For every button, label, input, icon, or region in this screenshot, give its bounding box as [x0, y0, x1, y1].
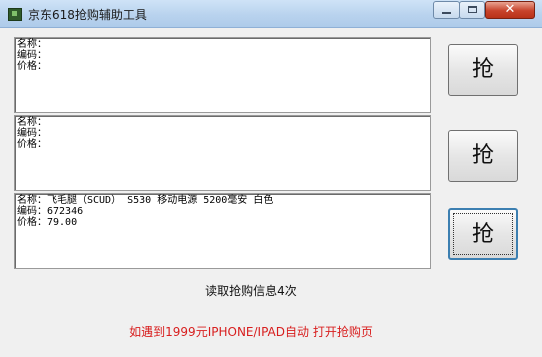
grab-button-3[interactable]: 抢	[448, 208, 518, 260]
grab-button-1[interactable]: 抢	[448, 44, 518, 96]
price-label: 价格：	[17, 217, 47, 228]
code-row: 编码：672346	[17, 206, 428, 217]
price-row: 价格：	[17, 61, 428, 72]
product-panel-1[interactable]: 名称： 编码： 价格：	[14, 37, 431, 113]
name-row: 名称：	[17, 39, 428, 50]
product-name: 飞毛腿（SCUD） S530 移动电源 5200毫安 白色	[47, 195, 274, 206]
minimize-button[interactable]	[433, 1, 460, 19]
name-row: 名称：	[17, 117, 428, 128]
name-label: 名称：	[17, 117, 47, 128]
auto-open-rule-text: 如遇到1999元IPHONE/IPAD自动 打开抢购页	[129, 325, 373, 339]
close-icon: ✕	[504, 2, 516, 17]
price-row: 价格：79.00	[17, 217, 428, 228]
maximize-icon	[468, 6, 477, 13]
price-label: 价格：	[17, 139, 47, 150]
name-row: 名称：飞毛腿（SCUD） S530 移动电源 5200毫安 白色	[17, 195, 428, 206]
read-count-status: 读取抢购信息4次	[205, 284, 297, 298]
product-code: 672346	[47, 206, 84, 217]
code-row: 编码：	[17, 128, 428, 139]
product-price: 79.00	[47, 217, 78, 228]
product-panel-2[interactable]: 名称： 编码： 价格：	[14, 115, 431, 191]
price-label: 价格：	[17, 61, 47, 72]
maximize-button[interactable]	[459, 1, 485, 19]
app-icon[interactable]	[8, 8, 22, 21]
minimize-icon	[442, 12, 451, 14]
product-panel-3[interactable]: 名称：飞毛腿（SCUD） S530 移动电源 5200毫安 白色 编码：6723…	[14, 193, 431, 269]
code-label: 编码：	[17, 50, 47, 61]
code-row: 编码：	[17, 50, 428, 61]
price-row: 价格：	[17, 139, 428, 150]
code-label: 编码：	[17, 128, 47, 139]
name-label: 名称：	[17, 195, 47, 206]
code-label: 编码：	[17, 206, 47, 217]
title-bar[interactable]: 京东618抢购辅助工具 ✕	[0, 0, 542, 28]
close-button[interactable]: ✕	[485, 1, 535, 19]
name-label: 名称：	[17, 39, 47, 50]
window-title: 京东618抢购辅助工具	[28, 8, 147, 22]
grab-button-2[interactable]: 抢	[448, 130, 518, 182]
